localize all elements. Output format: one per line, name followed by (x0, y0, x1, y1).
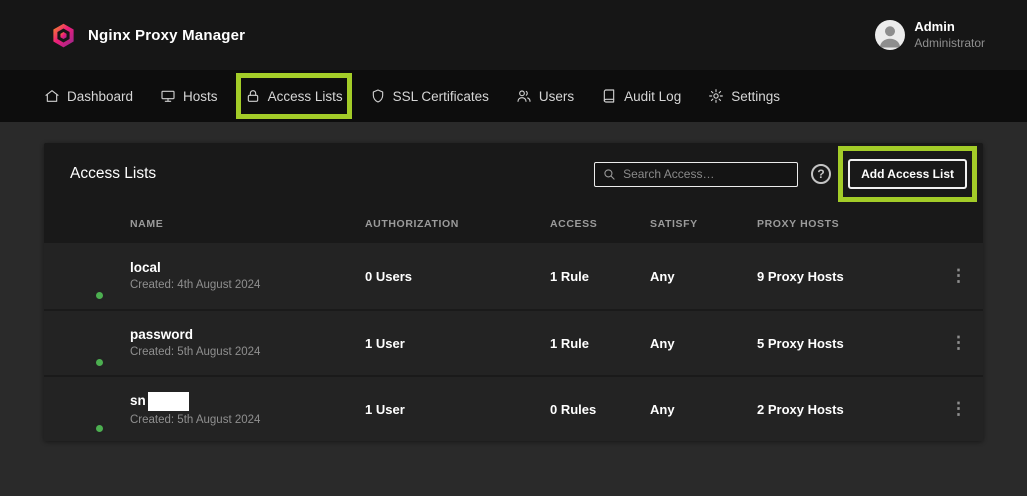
access-lists-card: Access Lists ? Add Access List NAME AUTH… (44, 143, 983, 441)
column-header-proxy-hosts: PROXY HOSTS (757, 218, 934, 230)
proxy-hosts-value: 2 Proxy Hosts (757, 402, 934, 417)
row-actions-cell: ⋮ (934, 333, 983, 353)
row-name-cell: sn Created: 5th August 2024 (130, 392, 365, 427)
satisfy-value: Any (650, 402, 757, 417)
access-value: 1 Rule (550, 336, 650, 351)
column-header-access: ACCESS (550, 218, 650, 230)
nav-item-label: Settings (731, 89, 780, 104)
table-row[interactable]: sn Created: 5th August 2024 1 User 0 Rul… (44, 375, 983, 441)
proxy-hosts-value: 5 Proxy Hosts (757, 336, 934, 351)
nav-item-label: Dashboard (67, 89, 133, 104)
proxy-hosts-value: 9 Proxy Hosts (757, 269, 934, 284)
authorization-value: 1 User (365, 402, 550, 417)
row-avatar-cell (44, 253, 130, 300)
add-button-wrap: Add Access List (848, 159, 967, 189)
table-body: local Created: 4th August 2024 0 Users 1… (44, 243, 983, 441)
row-name-cell: password Created: 5th August 2024 (130, 328, 365, 358)
access-list-name: password (130, 328, 193, 343)
shield-icon (370, 88, 386, 104)
row-avatar (70, 266, 104, 300)
monitor-icon (160, 88, 176, 104)
row-avatar (70, 333, 104, 367)
nav-item-label: Users (539, 89, 574, 104)
redaction-box (148, 392, 189, 411)
users-icon (516, 88, 532, 104)
nav-item-dashboard[interactable]: Dashboard (44, 88, 133, 104)
table-row[interactable]: local Created: 4th August 2024 0 Users 1… (44, 243, 983, 309)
app-logo-icon (50, 22, 77, 49)
created-date: Created: 5th August 2024 (130, 414, 365, 427)
online-status-dot (94, 290, 105, 301)
row-avatar-cell (44, 386, 130, 433)
nav-item-label: Access Lists (268, 89, 343, 104)
authorization-value: 1 User (365, 336, 550, 351)
user-name: Admin (914, 19, 985, 36)
lock-icon (245, 88, 261, 104)
book-icon (601, 88, 617, 104)
row-actions-cell: ⋮ (934, 399, 983, 419)
brand: Nginx Proxy Manager (50, 22, 245, 49)
nav-item-users[interactable]: Users (516, 88, 574, 104)
help-icon[interactable]: ? (811, 164, 831, 184)
topbar: Nginx Proxy Manager Admin Administrator (0, 0, 1027, 70)
access-list-name: local (130, 261, 161, 276)
kebab-menu-icon[interactable]: ⋮ (943, 266, 974, 286)
gear-icon (708, 88, 724, 104)
column-header-authorization: AUTHORIZATION (365, 218, 550, 230)
user-menu[interactable]: Admin Administrator (875, 19, 985, 51)
nav-item-hosts[interactable]: Hosts (160, 88, 218, 104)
column-header-name: NAME (130, 218, 365, 230)
satisfy-value: Any (650, 336, 757, 351)
created-date: Created: 5th August 2024 (130, 346, 365, 359)
table-row[interactable]: password Created: 5th August 2024 1 User… (44, 309, 983, 375)
page-title: Access Lists (70, 165, 594, 183)
row-avatar-cell (44, 320, 130, 367)
search-input[interactable] (623, 167, 789, 181)
row-name-cell: local Created: 4th August 2024 (130, 261, 365, 291)
kebab-menu-icon[interactable]: ⋮ (943, 399, 974, 419)
nav-item-label: Audit Log (624, 89, 681, 104)
nav-item-access-lists[interactable]: Access Lists (245, 88, 343, 104)
screen: Nginx Proxy Manager Admin Administrator … (0, 0, 1027, 496)
column-header-satisfy: SATISFY (650, 218, 757, 230)
authorization-value: 0 Users (365, 269, 550, 284)
home-icon (44, 88, 60, 104)
app-title: Nginx Proxy Manager (88, 27, 245, 44)
search-box[interactable] (594, 162, 798, 187)
add-access-list-button[interactable]: Add Access List (848, 159, 967, 189)
main-nav: Dashboard Hosts Access Lists SSL Certifi… (0, 70, 1027, 122)
access-value: 1 Rule (550, 269, 650, 284)
satisfy-value: Any (650, 269, 757, 284)
access-list-name: sn (130, 394, 146, 409)
online-status-dot (94, 357, 105, 368)
search-icon (603, 168, 616, 181)
user-role: Administrator (914, 36, 985, 52)
user-avatar (875, 20, 905, 50)
content: Access Lists ? Add Access List NAME AUTH… (0, 122, 1027, 441)
row-avatar (70, 399, 104, 433)
nav-item-ssl-certificates[interactable]: SSL Certificates (370, 88, 489, 104)
online-status-dot (94, 423, 105, 434)
user-text: Admin Administrator (914, 19, 985, 51)
kebab-menu-icon[interactable]: ⋮ (943, 333, 974, 353)
access-value: 0 Rules (550, 402, 650, 417)
nav-item-audit-log[interactable]: Audit Log (601, 88, 681, 104)
card-header: Access Lists ? Add Access List (44, 143, 983, 205)
created-date: Created: 4th August 2024 (130, 279, 365, 292)
row-actions-cell: ⋮ (934, 266, 983, 286)
nav-item-label: SSL Certificates (393, 89, 489, 104)
nav-item-label: Hosts (183, 89, 218, 104)
nav-item-settings[interactable]: Settings (708, 88, 780, 104)
table-header: NAME AUTHORIZATION ACCESS SATISFY PROXY … (44, 205, 983, 243)
